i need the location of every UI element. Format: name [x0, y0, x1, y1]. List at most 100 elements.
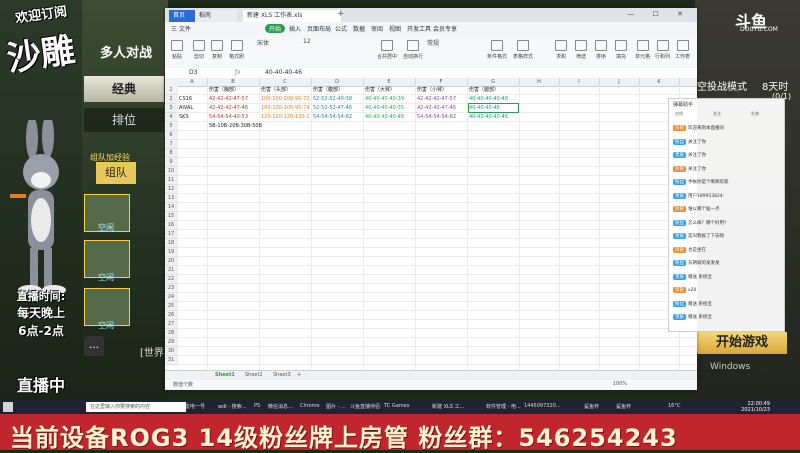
zoom-level[interactable]: 100% [613, 381, 627, 387]
ribbon-button[interactable]: 行和列 [655, 40, 670, 60]
cell[interactable]: 40-40-40-40-35 [365, 104, 414, 112]
taskbar-app[interactable]: 斗鱼直播伴侣 [350, 403, 380, 410]
row-header[interactable]: 18 [165, 239, 177, 248]
taskbar-app[interactable]: 新建 XLS 工... [432, 403, 464, 410]
tab-docer[interactable]: 稻壳 [195, 10, 237, 22]
cell[interactable]: 54-54-54-40-53 [209, 113, 258, 121]
column-header[interactable]: B [207, 78, 260, 86]
ribbon-button[interactable]: 工作表 [675, 40, 690, 60]
ribbon-button[interactable]: 排序 [595, 40, 607, 60]
cell[interactable]: 40-40-40-40-46 [365, 113, 414, 121]
sheet-tab[interactable]: Sheet2 [245, 372, 263, 378]
menu-insert[interactable]: 插入 [289, 24, 301, 33]
cell-reference-box[interactable]: D3 [189, 69, 197, 76]
cell[interactable]: 52-52-52-47-46 [313, 104, 362, 112]
column-header[interactable]: J [599, 78, 640, 86]
taskbar-app[interactable]: wdl - 搜索... [218, 403, 246, 410]
ribbon-button[interactable]: 自动换行 [403, 40, 423, 60]
row-header[interactable]: 31 [165, 356, 177, 365]
tab-home[interactable]: 首页 [169, 10, 197, 22]
ribbon-button[interactable]: 合并居中 [377, 40, 397, 60]
taskbar-app[interactable]: TC Games [384, 403, 409, 409]
row-header[interactable]: 17 [165, 230, 177, 239]
cell[interactable]: 42-42-42-47-46 [209, 104, 258, 112]
cell[interactable]: AIVAL [179, 104, 206, 112]
column-header[interactable]: I [559, 78, 600, 86]
ribbon-button[interactable]: 条件格式 [487, 40, 507, 60]
row-header[interactable]: 13 [165, 194, 177, 203]
menu-start[interactable]: 开始 [265, 24, 286, 33]
row-header[interactable]: 15 [165, 212, 177, 221]
row-header[interactable]: 23 [165, 284, 177, 293]
tab-classic[interactable]: 经典 [84, 76, 164, 102]
menu-dev[interactable]: 开发工具 [407, 24, 431, 33]
sheet-grid[interactable]: ABCDEFGHIJKL 123456789101112131415161718… [165, 78, 697, 370]
row-header[interactable]: 3 [165, 104, 177, 113]
cell[interactable]: 伤害（腿部） [469, 86, 518, 94]
menu-view[interactable]: 视图 [389, 24, 401, 33]
row-header[interactable]: 29 [165, 338, 177, 347]
new-tab-icon[interactable]: + [337, 9, 345, 19]
row-header[interactable]: 16 [165, 221, 177, 230]
team-button[interactable]: 组队 [96, 162, 136, 184]
function-icon[interactable]: ƒx [235, 69, 241, 76]
tab-file[interactable]: 新建 XLS 工作表.xls [243, 10, 341, 22]
row-header[interactable]: 26 [165, 311, 177, 320]
cell[interactable]: 100-100-100-90-72 [261, 95, 310, 103]
chat-icon[interactable]: … [84, 336, 104, 356]
ribbon-button[interactable]: 求和 [555, 40, 567, 60]
world-channel[interactable]: [世界 [140, 344, 164, 359]
mode-title[interactable]: 多人对战 [100, 42, 152, 61]
column-header[interactable]: H [519, 78, 560, 86]
tab-ranked[interactable]: 排位 [84, 108, 164, 132]
taskbar-app[interactable]: 图片 - ... [326, 403, 346, 410]
ribbon-button[interactable]: 筛选 [575, 40, 587, 60]
row-header[interactable]: 8 [165, 149, 177, 158]
cell[interactable]: 42-42-42-47-46 [417, 104, 466, 112]
row-header[interactable]: 11 [165, 176, 177, 185]
cell[interactable]: 52-52-52-40-38 [313, 95, 362, 103]
windows-start-icon[interactable] [3, 402, 13, 412]
column-header[interactable]: D [311, 78, 364, 86]
cell[interactable]: 120-120-120-120-135 [261, 113, 310, 121]
row-header[interactable]: 7 [165, 140, 177, 149]
font-size-select[interactable]: 12 [303, 38, 311, 45]
row-header[interactable]: 12 [165, 185, 177, 194]
menu-file[interactable]: 三 文件 [171, 24, 191, 33]
cell[interactable]: 伤害（头部） [261, 86, 310, 94]
ribbon-button[interactable]: 粘贴 [171, 40, 183, 60]
airdrop-mode[interactable]: 空投战模式 [697, 78, 747, 93]
column-header[interactable]: C [259, 78, 312, 86]
cell[interactable]: 40-40-40-40-48 [469, 95, 518, 103]
font-family-select[interactable]: 宋体 [257, 38, 269, 47]
taskbar-app[interactable]: PS [254, 403, 260, 409]
window-controls[interactable]: — ☐ ✕ [627, 10, 691, 18]
row-header[interactable]: 27 [165, 320, 177, 329]
taskbar-app[interactable]: 微信消息... [268, 403, 293, 410]
row-header[interactable]: 1 [165, 86, 177, 95]
column-header[interactable]: F [415, 78, 468, 86]
row-header[interactable]: 22 [165, 275, 177, 284]
row-header[interactable]: 4 [165, 113, 177, 122]
column-header[interactable]: A [177, 78, 208, 86]
cell[interactable]: 54-54-54-54-62 [417, 113, 466, 121]
row-header[interactable]: 5 [165, 122, 177, 131]
row-header[interactable]: 10 [165, 167, 177, 176]
formula-input[interactable]: 40-40-40-46 [265, 69, 302, 76]
ribbon-button[interactable]: 复制 [211, 40, 223, 60]
column-header[interactable]: L [679, 78, 697, 86]
ribbon-button[interactable]: 剪切 [193, 40, 205, 60]
cell[interactable]: 40-40-40-40-46 [469, 113, 518, 121]
cell[interactable]: 42-42-42-47-57 [209, 95, 258, 103]
taskbar-search[interactable]: 在这里输入你要搜索的内容 [86, 402, 186, 412]
row-header[interactable]: 19 [165, 248, 177, 257]
menu-layout[interactable]: 页面布局 [307, 24, 331, 33]
sheet-tab[interactable]: Sheet3 [273, 372, 291, 378]
cell[interactable]: 42-42-42-47-57 [417, 95, 466, 103]
cell[interactable]: SKS [179, 113, 206, 121]
row-header[interactable]: 25 [165, 302, 177, 311]
ribbon-button[interactable]: 格式刷 [229, 40, 244, 60]
taskbar-app[interactable]: 1445097320... [524, 403, 561, 409]
taskbar-app[interactable]: 雷电一号 [185, 403, 205, 410]
column-header[interactable]: G [467, 78, 520, 86]
